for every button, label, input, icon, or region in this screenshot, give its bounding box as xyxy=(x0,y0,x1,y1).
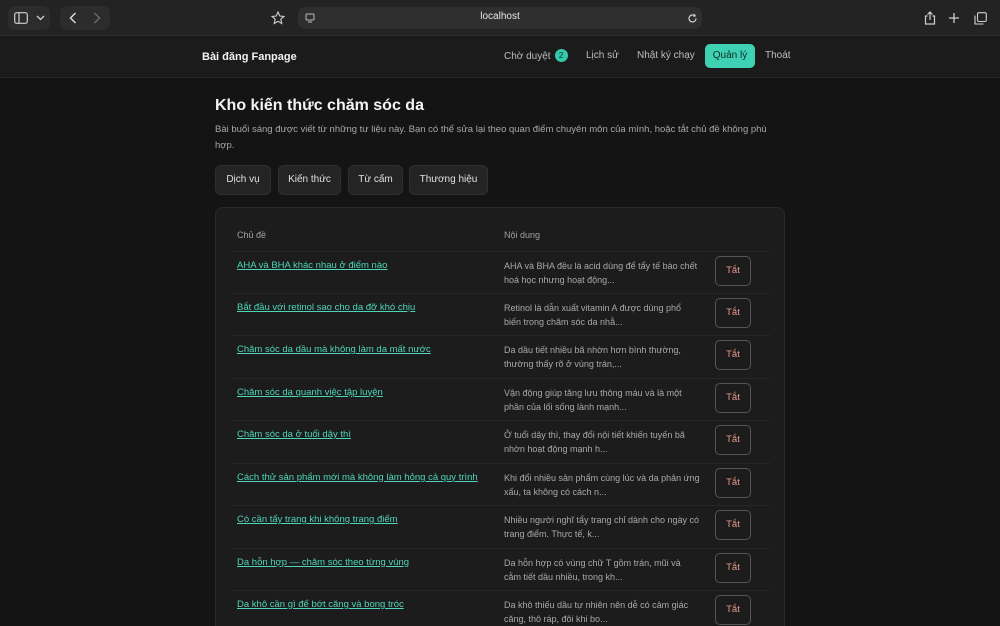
sidebar-icon[interactable] xyxy=(14,11,28,25)
content-preview: Nhiều người nghĩ tẩy trang chỉ dành cho … xyxy=(504,515,700,539)
history-nav-group xyxy=(60,6,110,30)
back-icon[interactable] xyxy=(66,11,80,25)
app-header: Bài đăng Fanpage Chờ duyệt 2 Lịch sử Nhật… xyxy=(0,36,1000,78)
disable-topic-button[interactable]: Tắt xyxy=(715,425,751,455)
brand-title[interactable]: Bài đăng Fanpage xyxy=(202,51,297,63)
address-bar[interactable]: localhost xyxy=(298,7,702,29)
nav-pending-label: Chờ duyệt xyxy=(504,51,551,62)
table-row: Chăm sóc da quanh việc tập luyện Vận độn… xyxy=(232,379,770,421)
column-header-content: Nội dung xyxy=(504,230,541,240)
topic-link[interactable]: Chăm sóc da quanh việc tập luyện xyxy=(237,387,499,398)
filter-knowledge-button[interactable]: Kiến thức xyxy=(278,165,341,195)
filter-banned-words-button[interactable]: Từ cấm xyxy=(348,165,403,195)
table-row: Chăm sóc da dầu mà không làm da mất nước… xyxy=(232,336,770,379)
nav-run-log[interactable]: Nhật ký chạy xyxy=(637,50,695,61)
disable-topic-button[interactable]: Tắt xyxy=(715,510,751,540)
table-row: AHA và BHA khác nhau ở điểm nào AHA và B… xyxy=(232,251,770,294)
topic-link[interactable]: Chăm sóc da ở tuổi dậy thì xyxy=(237,429,499,440)
content-preview: Vận động giúp tăng lưu thông máu và là m… xyxy=(504,387,682,412)
disable-topic-button[interactable]: Tắt xyxy=(715,552,751,583)
disable-topic-button[interactable]: Tắt xyxy=(715,340,751,370)
filter-services-button[interactable]: Dịch vụ xyxy=(215,165,271,195)
content-preview: Da khô thiếu dầu tự nhiên nên dễ có cảm … xyxy=(504,600,689,624)
content-preview: Ở tuổi dậy thì, thay đổi nội tiết khiến … xyxy=(504,430,685,454)
table-row: Da khô cần gì để bớt căng và bong tróc D… xyxy=(232,591,770,626)
disable-topic-button[interactable]: Tắt xyxy=(715,256,751,286)
nav-history[interactable]: Lịch sử xyxy=(586,50,619,61)
topic-link[interactable]: Cách thử sản phẩm mới mà không làm hỏng … xyxy=(237,472,499,483)
tab-overview-icon[interactable] xyxy=(972,10,988,26)
disable-topic-button[interactable]: Tắt xyxy=(715,595,751,625)
topic-link[interactable]: AHA và BHA khác nhau ở điểm nào xyxy=(237,260,499,271)
content-preview: Da hỗn hợp có vùng chữ T gồm trán, mũi v… xyxy=(504,557,681,582)
chevron-down-icon[interactable] xyxy=(35,13,45,23)
content-preview: Khi đổi nhiều sản phẩm cùng lúc và da ph… xyxy=(504,472,700,497)
disable-topic-button[interactable]: Tắt xyxy=(715,297,751,328)
pending-count-badge: 2 xyxy=(554,49,568,62)
page-description: Bài buổi sáng được viết từ những tư liệu… xyxy=(215,124,767,151)
share-icon[interactable] xyxy=(922,10,938,26)
favorite-star-icon[interactable] xyxy=(270,10,286,26)
forward-icon[interactable] xyxy=(90,11,104,25)
disable-topic-button[interactable]: Tắt xyxy=(715,467,751,498)
topic-link[interactable]: Da hỗn hợp — chăm sóc theo từng vùng xyxy=(237,557,499,568)
topic-link[interactable]: Chăm sóc da dầu mà không làm da mất nước xyxy=(237,344,499,355)
new-tab-icon[interactable] xyxy=(946,10,962,26)
filter-brand-button[interactable]: Thương hiệu xyxy=(409,165,488,195)
nav-logout[interactable]: Thoát xyxy=(765,50,791,61)
topic-link[interactable]: Có cần tẩy trang khi không trang điểm xyxy=(237,514,499,525)
reload-icon[interactable] xyxy=(686,12,698,24)
page-title: Kho kiến thức chăm sóc da xyxy=(215,97,424,114)
content-preview: Retinol là dẫn xuất vitamin A được dùng … xyxy=(504,302,682,327)
column-header-topic: Chủ đề xyxy=(237,230,267,240)
table-row: Da hỗn hợp — chăm sóc theo từng vùng Da … xyxy=(232,549,770,591)
knowledge-table-card: Chủ đề Nội dung AHA và BHA khác nhau ở đ… xyxy=(215,207,785,626)
browser-toolbar: localhost xyxy=(0,0,1000,36)
table-row: Cách thử sản phẩm mới mà không làm hỏng … xyxy=(232,464,770,506)
topic-link[interactable]: Bắt đầu với retinol sao cho da đỡ khó ch… xyxy=(237,302,499,313)
topic-link[interactable]: Da khô cần gì để bớt căng và bong tróc xyxy=(237,599,499,610)
disable-topic-button[interactable]: Tắt xyxy=(715,382,751,413)
nav-pending[interactable]: Chờ duyệt 2 xyxy=(504,49,568,62)
table-row: Có cần tẩy trang khi không trang điểm Nh… xyxy=(232,506,770,549)
sidebar-toggle-group[interactable] xyxy=(8,6,50,30)
table-row: Chăm sóc da ở tuổi dậy thì Ở tuổi dậy th… xyxy=(232,421,770,464)
nav-manage[interactable]: Quản lý xyxy=(705,44,755,68)
table-row: Bắt đầu với retinol sao cho da đỡ khó ch… xyxy=(232,294,770,336)
content-preview: Da dầu tiết nhiều bã nhờn hơn bình thườn… xyxy=(504,345,681,369)
url-text: localhost xyxy=(480,11,520,22)
content-preview: AHA và BHA đều là acid dùng để tẩy tế bà… xyxy=(504,261,698,285)
